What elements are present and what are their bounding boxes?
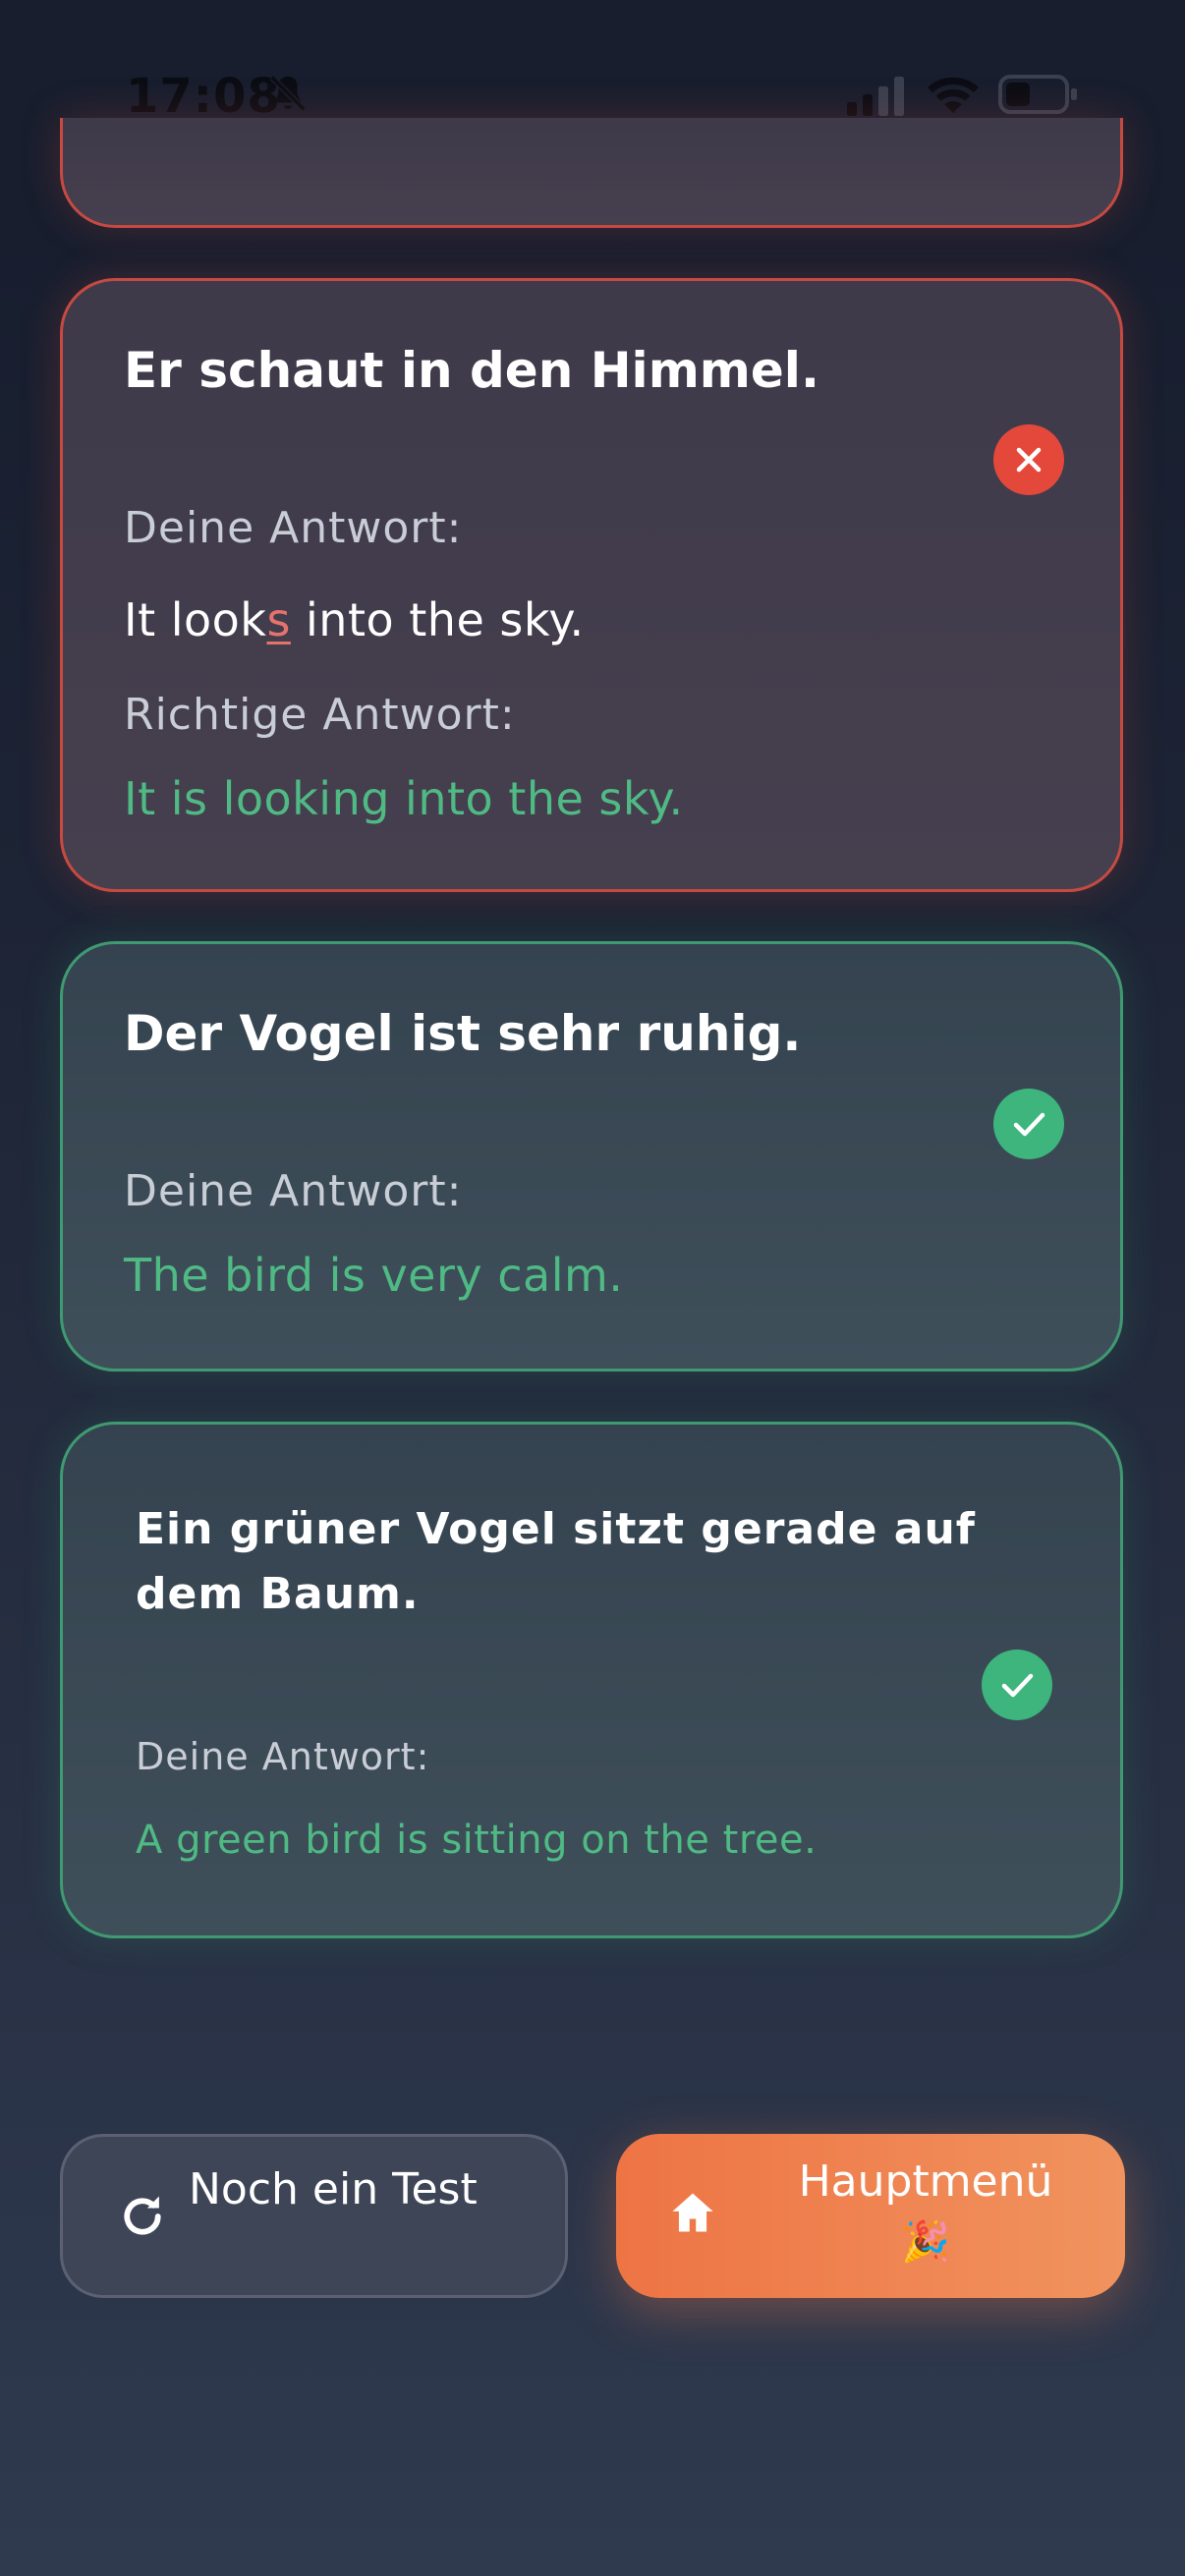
result-card: Er schaut in den Himmel. Deine Antwort: … [60,278,1123,892]
sentence-text: Der Vogel ist sehr ruhig. [124,1005,802,1062]
correct-answer-label: Richtige Antwort: [124,690,516,740]
your-answer-label: Deine Antwort: [124,1166,463,1216]
home-icon [672,2193,713,2232]
your-answer-label: Deine Antwort: [124,503,463,553]
main-menu-button[interactable]: Hauptmenü 🎉 [616,2134,1125,2298]
correct-badge [993,1089,1064,1159]
correct-badge [982,1650,1052,1720]
battery-icon [998,75,1077,114]
answer-text-after: into the sky. [290,593,585,646]
sentence-text: Ein grüner Vogel sitzt gerade auf dem Ba… [136,1504,976,1619]
party-popper-icon: 🎉 [901,2219,950,2265]
close-icon [1016,447,1042,473]
sentence-text: Er schaut in den Himmel. [124,342,819,399]
new-test-button[interactable]: Noch ein Test [60,2134,568,2298]
result-card-partial [60,118,1123,228]
status-time: 17:08 [126,69,281,124]
result-card: Der Vogel ist sehr ruhig. Deine Antwort:… [60,941,1123,1372]
result-card: Ein grüner Vogel sitzt gerade auf dem Ba… [60,1422,1123,1938]
your-answer-text: The bird is very calm. [124,1249,624,1302]
check-icon [1013,1112,1045,1137]
wifi-icon [928,77,979,113]
new-test-label: Noch ein Test [189,2164,478,2214]
answer-error-highlight: s [266,593,291,646]
wrong-badge [993,424,1064,495]
check-icon [1001,1673,1034,1698]
bell-slash-icon [269,75,307,112]
your-answer-label: Deine Antwort: [136,1735,430,1778]
main-menu-text: Hauptmenü [798,2156,1053,2207]
your-answer-text: A green bird is sitting on the tree. [136,1818,818,1863]
refresh-icon [124,2196,161,2235]
main-menu-label: Hauptmenü 🎉 [744,2152,1107,2271]
correct-answer-text: It is looking into the sky. [124,772,684,825]
your-answer-text: It looks into the sky. [124,593,585,646]
answer-text-before: It look [124,593,267,646]
signal-icon [847,77,904,116]
